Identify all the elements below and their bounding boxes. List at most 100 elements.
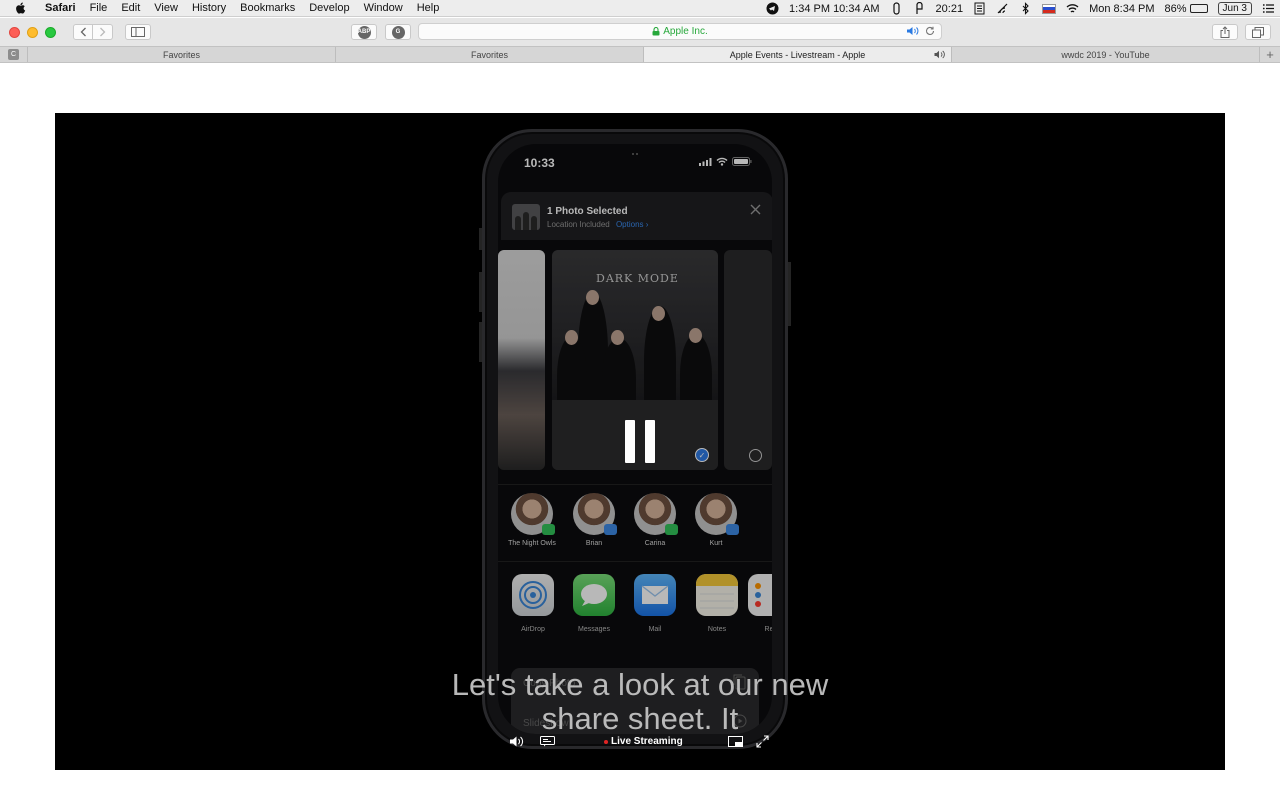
menu-file[interactable]: File	[83, 2, 115, 14]
live-streaming-indicator: Live Streaming	[604, 736, 683, 747]
forward-button[interactable]	[93, 24, 113, 40]
address-bar[interactable]: Apple Inc.	[418, 23, 942, 40]
window-controls	[9, 26, 56, 38]
photo-previous	[498, 250, 545, 470]
app-label: AirDrop	[521, 626, 545, 633]
new-tab-button[interactable]: +	[1260, 47, 1280, 62]
tab-bar: C Favorites Favorites Apple Events - Liv…	[0, 46, 1280, 63]
video-controls: Live Streaming	[495, 733, 785, 753]
close-window-button[interactable]	[9, 26, 20, 38]
tab-wwdc-youtube[interactable]: wwdc 2019 - YouTube	[952, 47, 1260, 62]
menu-develop[interactable]: Develop	[302, 2, 356, 14]
phone-status-bar: 10:33	[498, 144, 772, 184]
menu-history[interactable]: History	[185, 2, 233, 14]
selected-photo-thumbnail	[512, 204, 540, 230]
back-button[interactable]	[73, 24, 93, 40]
location-included-label: Location Included	[547, 220, 610, 229]
show-all-tabs-button[interactable]	[1245, 24, 1271, 40]
menu-bookmarks[interactable]: Bookmarks	[233, 2, 302, 14]
battery-icon	[1189, 4, 1208, 13]
zoom-window-button[interactable]	[45, 26, 56, 38]
timer-readout[interactable]: 20:21	[936, 3, 964, 15]
notification-center-icon[interactable]	[1262, 2, 1275, 15]
date-badge[interactable]: Jun 3	[1217, 2, 1252, 15]
speaker-icon[interactable]	[934, 50, 945, 59]
menu-help[interactable]: Help	[410, 2, 447, 14]
tab-audio-icon[interactable]	[906, 26, 919, 36]
navigation-buttons	[73, 24, 113, 40]
menu-view[interactable]: View	[147, 2, 185, 14]
tab-apple-events[interactable]: Apple Events - Livestream - Apple	[644, 47, 952, 62]
livestream-video-player[interactable]: 10:33 1 Photo Selected Location Included	[55, 113, 1225, 770]
tab-label: Apple Events - Livestream - Apple	[729, 49, 866, 60]
wifi-icon[interactable]	[1066, 2, 1079, 15]
checkmark-icon: ✓	[695, 448, 709, 462]
share-button[interactable]	[1212, 24, 1238, 40]
app-reminders: Re	[744, 574, 772, 633]
app-messages: Messages	[569, 574, 619, 633]
captions-icon[interactable]	[540, 736, 555, 747]
menubar-clock[interactable]: Mon 8:34 PM	[1089, 3, 1154, 15]
app-notes: Notes	[692, 574, 742, 633]
apple-menu-icon[interactable]	[14, 1, 28, 15]
live-streaming-label: Live Streaming	[611, 736, 683, 747]
app-mail: Mail	[630, 574, 680, 633]
world-clock[interactable]: 1:34 PM 10:34 AM	[789, 3, 880, 15]
phone-battery-icon	[732, 157, 752, 166]
volume-icon[interactable]	[509, 735, 524, 748]
share-sheet-subtitle: Location Included Options ›	[547, 220, 648, 229]
phone-volume-down	[479, 322, 482, 362]
input-source-flag-icon[interactable]	[1042, 3, 1057, 14]
pause-button[interactable]	[625, 420, 655, 463]
battery-percent: 86%	[1164, 2, 1187, 15]
close-icon	[750, 204, 761, 215]
reminders-icon	[748, 574, 772, 616]
reload-icon[interactable]	[925, 26, 935, 36]
menu-edit[interactable]: Edit	[114, 2, 147, 14]
phone-volume-up	[479, 272, 482, 312]
cellular-signal-icon	[699, 157, 712, 166]
app-label: Mail	[648, 626, 662, 633]
menu-window[interactable]: Window	[357, 2, 410, 14]
people-suggestions: The Night Owls Brian Carina Kurt	[498, 484, 772, 562]
sidebar-toggle-button[interactable]	[125, 24, 151, 40]
timer-icon[interactable]	[913, 2, 926, 15]
messages-badge-icon	[665, 524, 678, 535]
paperclip-icon[interactable]	[890, 2, 903, 15]
address-text: Apple Inc.	[663, 26, 708, 37]
browser-toolbar: ABP G Apple Inc.	[0, 18, 1280, 46]
tab-favorites-1[interactable]: Favorites	[28, 47, 336, 62]
tab-favorites-2[interactable]: Favorites	[336, 47, 644, 62]
grammar-icon: G	[391, 25, 405, 39]
pinned-tab[interactable]: C	[0, 47, 28, 62]
notes-icon[interactable]	[973, 2, 986, 15]
phone-time: 10:33	[524, 156, 555, 170]
notes-app-icon	[696, 574, 738, 616]
closed-caption: Let's take a look at our new share sheet…	[55, 668, 1225, 736]
fullscreen-icon[interactable]	[756, 735, 769, 748]
share-icon	[1220, 26, 1230, 38]
phone-mute-switch	[479, 228, 482, 250]
contact-avatar	[634, 493, 678, 535]
adblock-extension-button[interactable]: ABP	[351, 24, 377, 40]
pause-bar-right	[645, 420, 655, 463]
grammar-extension-button[interactable]: G	[385, 24, 411, 40]
bluetooth-icon[interactable]	[1019, 2, 1032, 15]
mail-badge-icon	[726, 524, 739, 535]
contact-the-night-owls: The Night Owls	[502, 493, 562, 547]
phone-side-button	[788, 262, 791, 326]
pinned-tab-icon: C	[8, 49, 19, 60]
picture-in-picture-icon[interactable]	[728, 736, 743, 748]
broadcast-icon[interactable]	[996, 2, 1009, 15]
minimize-window-button[interactable]	[27, 26, 38, 38]
menu-app-name[interactable]: Safari	[38, 2, 83, 14]
telegram-icon[interactable]	[766, 2, 779, 15]
contact-avatar	[695, 493, 739, 535]
menu-extras: 1:34 PM 10:34 AM 20:21 Mon 8:34 PM 86% J…	[761, 0, 1280, 17]
live-dot-icon	[604, 739, 608, 744]
tabs-overview-icon	[1252, 26, 1264, 38]
address-actions	[906, 26, 935, 36]
battery-status[interactable]: 86%	[1165, 3, 1208, 15]
airdrop-icon	[512, 574, 554, 616]
contact-kurt: Kurt	[686, 493, 746, 547]
